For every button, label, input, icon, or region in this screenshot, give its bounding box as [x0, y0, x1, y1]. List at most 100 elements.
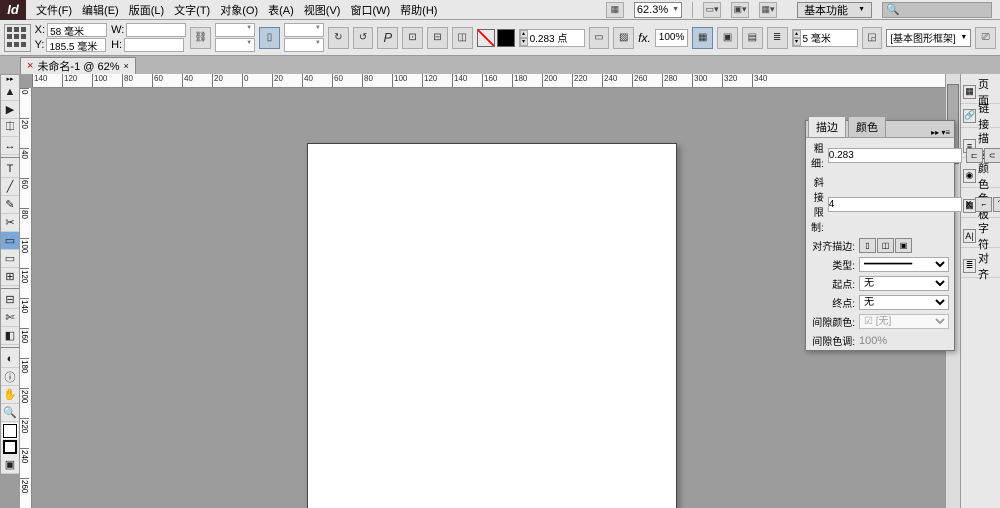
- tool-1[interactable]: ▶: [1, 101, 19, 119]
- tool-2[interactable]: ⎅: [1, 119, 19, 137]
- menu-edit[interactable]: 编辑(E): [78, 0, 123, 20]
- cap-butt-icon[interactable]: ⊏: [966, 148, 983, 163]
- constrain-icon[interactable]: ⛓: [190, 27, 211, 49]
- tool-11[interactable]: ⊟: [1, 291, 19, 309]
- dock-item-5[interactable]: A|字符: [961, 224, 1000, 248]
- tool-12[interactable]: ✄: [1, 309, 19, 327]
- end-select[interactable]: 无: [859, 295, 949, 310]
- horizontal-ruler[interactable]: 1401201008060402002040608010012014016018…: [32, 74, 945, 88]
- wrap-offset-field[interactable]: ▴▾: [792, 29, 858, 47]
- tool-3[interactable]: ↔: [1, 137, 19, 155]
- select-container-icon[interactable]: ⊡: [402, 27, 423, 49]
- tool-8[interactable]: ▭: [1, 232, 19, 250]
- stroke-swatch[interactable]: [497, 29, 515, 47]
- fill-stroke-toggle[interactable]: [3, 424, 17, 454]
- join-miter-icon[interactable]: ⌐: [975, 197, 992, 212]
- wrap-jump-icon[interactable]: ≣: [767, 27, 788, 49]
- miter-unit: x: [966, 198, 972, 210]
- tool-4[interactable]: T: [1, 160, 19, 178]
- tool-16[interactable]: ✋: [1, 386, 19, 404]
- stroke-panel[interactable]: 描边 颜色 ▸▸ ▾≡ 粗细:⊏⊂⊐ 斜接限制:x⌐⌒◣ 对齐描边:▯◫▣ 类型…: [805, 120, 955, 351]
- type-select[interactable]: ━━━━━━━━: [859, 257, 949, 272]
- tool-6[interactable]: ✎: [1, 196, 19, 214]
- panel-tab-stroke[interactable]: 描边: [808, 116, 846, 138]
- menu-help[interactable]: 帮助(H): [396, 0, 441, 20]
- fill-stroke-swatch[interactable]: [477, 29, 515, 47]
- menu-window[interactable]: 窗口(W): [346, 0, 394, 20]
- rotate-cw-icon[interactable]: ↻: [328, 27, 349, 49]
- reference-point[interactable]: [4, 24, 31, 52]
- type-label: 类型:: [811, 257, 855, 272]
- clear-override-icon[interactable]: ⎚: [975, 27, 996, 49]
- select-content-icon[interactable]: ⊟: [427, 27, 448, 49]
- effects-icon[interactable]: ▭: [589, 27, 610, 49]
- align-inside-icon[interactable]: ◫: [877, 238, 894, 253]
- rotate-ccw-icon[interactable]: ↺: [353, 27, 374, 49]
- stroke-weight-input[interactable]: [528, 30, 584, 46]
- menu-object[interactable]: 对象(O): [216, 0, 262, 20]
- drop-shadow-icon[interactable]: ▨: [613, 27, 634, 49]
- dock-item-3[interactable]: ◉颜色: [961, 164, 1000, 188]
- miter-input[interactable]: [828, 197, 962, 212]
- dock-item-6[interactable]: ≣对齐: [961, 254, 1000, 278]
- wrap-offset-input[interactable]: [801, 30, 857, 46]
- tool-13[interactable]: ◧: [1, 327, 19, 345]
- x-input[interactable]: [47, 23, 107, 37]
- menu-file[interactable]: 文件(F): [32, 0, 76, 20]
- w-input[interactable]: [126, 23, 186, 37]
- y-input[interactable]: [46, 38, 106, 52]
- search-input[interactable]: 🔍: [882, 2, 992, 18]
- vertical-ruler[interactable]: 020406080100120140160180200220240260: [20, 88, 32, 508]
- corner-options-icon[interactable]: ◲: [862, 27, 883, 49]
- flip-h-icon[interactable]: P: [377, 27, 398, 49]
- scale-x[interactable]: [215, 23, 255, 37]
- panel-tab-color[interactable]: 颜色: [848, 116, 886, 138]
- view-options-icon[interactable]: ▭▾: [703, 2, 721, 18]
- zoom-select[interactable]: 62.3%: [634, 2, 682, 18]
- start-select[interactable]: 无: [859, 276, 949, 291]
- arrange-icon[interactable]: ▦▾: [759, 2, 777, 18]
- menu-layout[interactable]: 版面(L): [125, 0, 168, 20]
- wrap-shape-icon[interactable]: ▤: [742, 27, 763, 49]
- tool-5[interactable]: ╱: [1, 178, 19, 196]
- opacity-field[interactable]: 100%: [655, 29, 689, 47]
- object-style-select[interactable]: [基本图形框架]: [886, 29, 971, 47]
- tool-14[interactable]: ◐: [1, 350, 19, 368]
- fit-content-icon[interactable]: ◫: [452, 27, 473, 49]
- wrap-none-icon[interactable]: ▦: [692, 27, 713, 49]
- shear[interactable]: [284, 38, 324, 52]
- join-round-icon[interactable]: ⌒: [993, 197, 1000, 212]
- gpu-icon[interactable]: ▦: [606, 2, 624, 18]
- weight-input[interactable]: [828, 148, 962, 163]
- tool-9[interactable]: ▭: [1, 250, 19, 268]
- page[interactable]: [307, 143, 677, 508]
- document-title: 未命名-1 @ 62%: [37, 58, 119, 74]
- menu-view[interactable]: 视图(V): [300, 0, 345, 20]
- menu-table[interactable]: 表(A): [264, 0, 298, 20]
- workspace-select[interactable]: 基本功能: [797, 2, 872, 18]
- align-outside-icon[interactable]: ▣: [895, 238, 912, 253]
- tool-17[interactable]: 🔍: [1, 404, 19, 422]
- auto-fit-icon[interactable]: ▯: [259, 27, 280, 49]
- screen-mode-tool[interactable]: ▣: [1, 456, 19, 474]
- h-input[interactable]: [124, 38, 184, 52]
- align-center-icon[interactable]: ▯: [859, 238, 876, 253]
- panel-menu-icon[interactable]: ▸▸ ▾≡: [927, 128, 954, 137]
- app-logo: Id: [0, 0, 26, 20]
- menu-type[interactable]: 文字(T): [170, 0, 214, 20]
- document-tab[interactable]: × 未命名-1 @ 62% ×: [20, 57, 136, 74]
- tool-0[interactable]: ▲: [1, 83, 19, 101]
- close-tab-icon[interactable]: ×: [124, 61, 129, 71]
- screen-mode-icon[interactable]: ▣▾: [731, 2, 749, 18]
- wrap-bbox-icon[interactable]: ▣: [717, 27, 738, 49]
- tool-15[interactable]: ⓘ: [1, 368, 19, 386]
- stroke-weight-field[interactable]: ▴▾: [519, 29, 585, 47]
- tool-7[interactable]: ✂: [1, 214, 19, 232]
- tool-10[interactable]: ⊞: [1, 268, 19, 286]
- scale-y[interactable]: [215, 38, 255, 52]
- y-label: Y:: [35, 39, 45, 51]
- fill-swatch[interactable]: [477, 29, 495, 47]
- dock-item-1[interactable]: 🔗链接: [961, 104, 1000, 128]
- rotate[interactable]: [284, 23, 324, 37]
- cap-round-icon[interactable]: ⊂: [984, 148, 1000, 163]
